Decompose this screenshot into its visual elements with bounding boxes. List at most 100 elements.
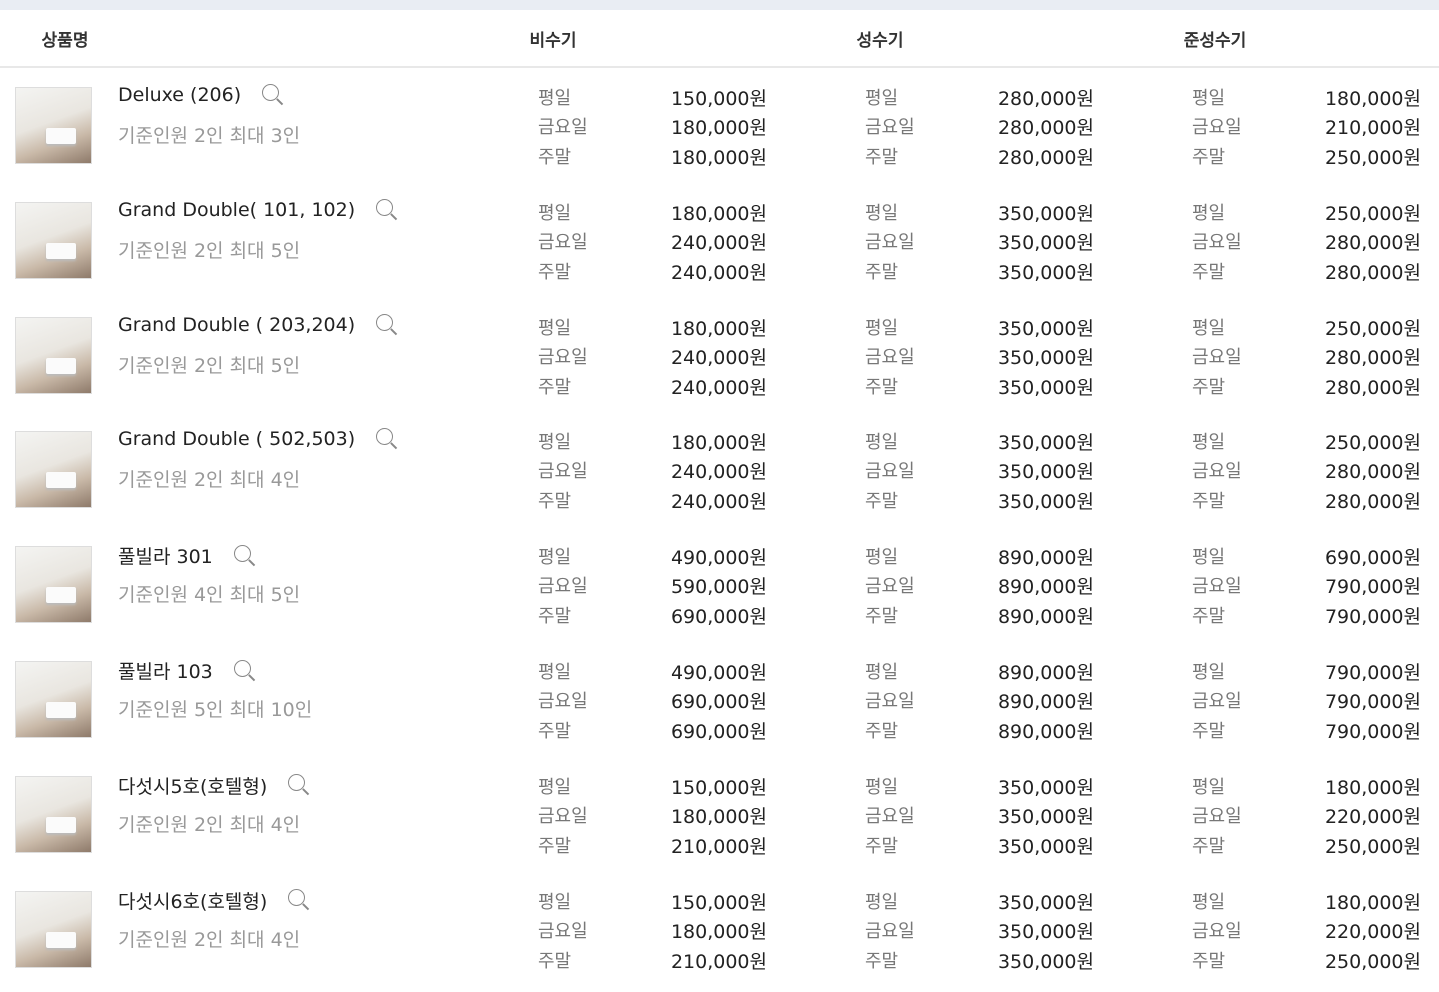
day-label: 평일 [538,88,572,109]
day-label: 평일 [865,776,899,798]
table-row: Grand Double ( 203,204) 기준인원 2인 최대 5인 평일 … [0,298,1439,413]
price-value: 690,000원 [1324,547,1421,570]
room-name[interactable]: 풀빌라 103 [118,657,213,684]
price-value: 280,000원 [1324,231,1421,254]
day-label: 금요일 [538,576,588,598]
price-value: 240,000원 [670,491,767,514]
room-name[interactable]: Grand Double( 101, 102) [118,199,355,221]
room-name[interactable]: 다섯시6호(호텔형) [118,887,267,914]
day-label: 금요일 [1192,461,1242,483]
day-label: 평일 [538,776,572,798]
header-product: 상품명 [41,31,89,51]
day-label: 주말 [865,261,899,283]
price-value: 890,000원 [997,576,1094,599]
price-value: 250,000원 [1324,835,1421,858]
day-label: 금요일 [538,920,588,942]
day-label: 평일 [1192,432,1226,454]
room-thumbnail[interactable] [15,316,92,394]
price-value: 350,000원 [997,920,1094,943]
price-value: 490,000원 [670,547,767,570]
day-label: 금요일 [1192,231,1242,253]
search-icon[interactable] [375,313,399,337]
price-value: 280,000원 [997,117,1094,139]
room-thumbnail[interactable] [15,431,92,509]
day-label: 금요일 [538,805,588,827]
day-label: 평일 [865,317,899,339]
price-value: 350,000원 [997,776,1094,799]
price-value: 790,000원 [1324,576,1421,599]
day-label: 금요일 [1192,805,1242,827]
day-label: 금요일 [538,461,588,483]
table-row: 다섯시5호(호텔형) 기준인원 2인 최대 4인 평일 150,000원금요일 1… [0,757,1439,872]
day-label: 금요일 [538,691,588,712]
price-value: 350,000원 [997,317,1094,340]
day-label: 금요일 [1192,691,1242,712]
room-thumbnail[interactable] [15,201,92,279]
room-name[interactable]: Grand Double ( 502,503) [118,428,355,450]
price-value: 350,000원 [997,376,1094,399]
day-label: 주말 [865,606,899,628]
price-value: 180,000원 [670,147,767,169]
price-value: 280,000원 [1324,491,1421,514]
price-value: 890,000원 [997,606,1094,629]
price-value: 890,000원 [997,662,1094,684]
room-thumbnail[interactable] [15,87,92,164]
top-bar [0,0,1439,10]
day-label: 금요일 [865,461,915,483]
room-capacity: 기준인원 5인 최대 10인 [118,699,313,721]
price-value: 350,000원 [997,835,1094,858]
price-value: 790,000원 [1324,606,1421,629]
day-label: 주말 [865,835,899,857]
search-icon[interactable] [375,427,399,451]
search-icon[interactable] [375,198,399,222]
table-row: Grand Double( 101, 102) 기준인원 2인 최대 5인 평일 … [0,183,1439,298]
price-value: 180,000원 [670,117,767,139]
price-value: 350,000원 [997,491,1094,514]
day-label: 평일 [1192,202,1226,224]
day-label: 평일 [1192,776,1226,798]
room-capacity: 기준인원 2인 최대 3인 [118,125,301,147]
price-value: 180,000원 [1324,891,1421,914]
room-thumbnail[interactable] [15,775,92,853]
room-name[interactable]: 풀빌라 301 [118,542,213,569]
table-row: 다섯시6호(호텔형) 기준인원 2인 최대 4인 평일 150,000원 금요일 1… [0,872,1439,987]
room-name[interactable]: 다섯시5호(호텔형) [118,772,267,799]
price-value: 350,000원 [997,432,1094,455]
search-icon[interactable] [233,544,257,568]
day-label: 평일 [538,202,572,224]
day-label: 평일 [1192,88,1226,109]
room-thumbnail[interactable] [15,661,92,738]
price-value: 180,000원 [1324,776,1421,799]
header-mid-season: 준성수기 [1183,31,1247,51]
table-row: 풀빌라 103 기준인원 5인 최대 10인 평일 490,000원 금요일 690… [0,642,1439,757]
price-value: 150,000원 [670,776,767,799]
room-name[interactable]: Deluxe (206) [118,84,241,106]
room-capacity: 기준인원 2인 최대 4인 [118,469,301,492]
room-capacity: 기준인원 2인 최대 4인 [118,813,301,836]
search-icon[interactable] [233,659,257,683]
price-value: 180,000원 [670,920,767,943]
room-thumbnail[interactable] [15,890,92,968]
price-value: 790,000원 [1324,662,1421,684]
price-value: 280,000원 [1324,461,1421,484]
room-thumbnail[interactable] [15,546,92,624]
day-label: 평일 [1192,317,1226,339]
search-icon[interactable] [261,83,285,107]
day-label: 평일 [1192,662,1226,683]
header-peak-season: 성수기 [856,31,904,51]
day-label: 주말 [1192,835,1226,857]
day-label: 평일 [865,202,899,224]
day-label: 주말 [1192,376,1226,398]
day-label: 금요일 [1192,920,1242,942]
price-value: 240,000원 [670,346,767,369]
room-capacity: 기준인원 4인 최대 5인 [118,584,301,607]
search-icon[interactable] [287,773,311,797]
day-label: 주말 [538,376,572,398]
room-name[interactable]: Grand Double ( 203,204) [118,314,355,336]
day-label: 주말 [865,147,899,168]
price-value: 350,000원 [997,461,1094,484]
day-label: 주말 [1192,147,1226,168]
search-icon[interactable] [287,888,311,912]
price-value: 240,000원 [670,261,767,284]
price-value: 690,000원 [670,691,767,713]
